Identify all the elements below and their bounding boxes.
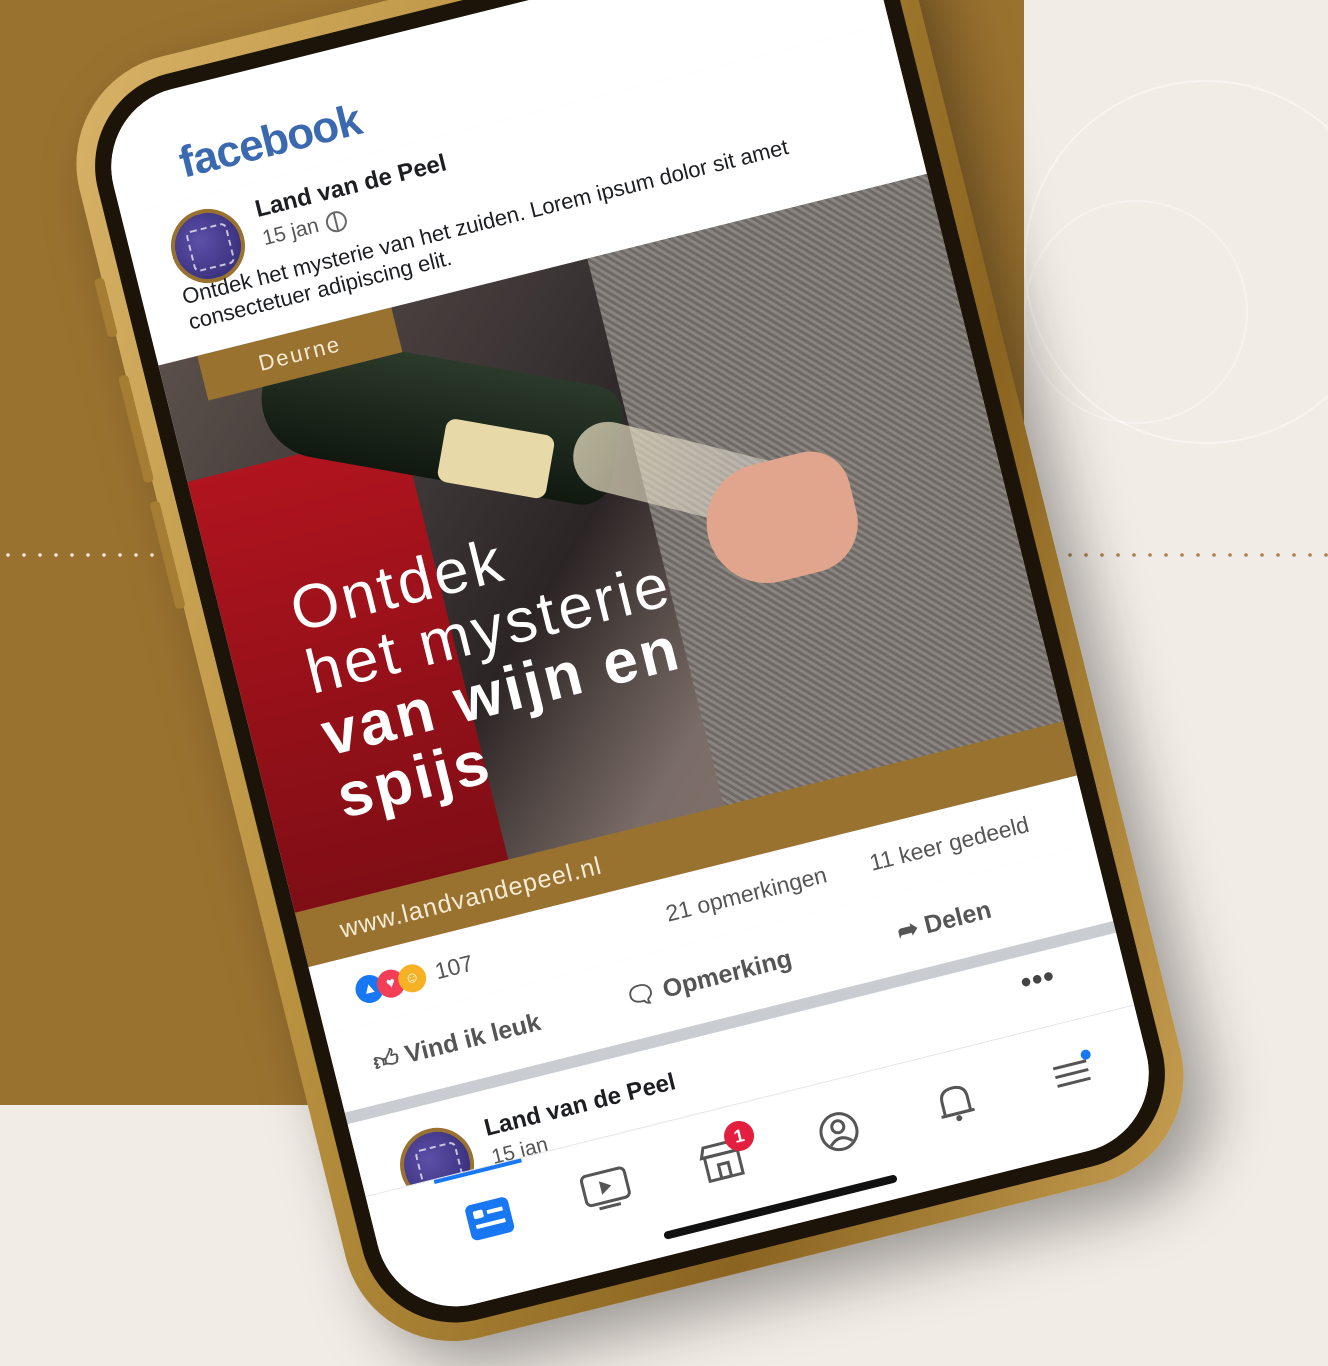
more-options-icon[interactable]: ••• <box>771 0 813 14</box>
globe-icon <box>323 208 350 235</box>
more-options-icon[interactable]: ••• <box>1017 959 1059 1000</box>
share-button[interactable]: ➦ Delen <box>894 895 994 947</box>
reaction-count[interactable]: 107 <box>432 950 476 985</box>
feed-icon[interactable] <box>460 1192 519 1245</box>
like-button-label: Vind ik leuk <box>402 1008 544 1069</box>
menu-icon[interactable] <box>1043 1047 1102 1100</box>
bell-icon[interactable] <box>926 1076 985 1129</box>
thumbs-up-icon: 👍︎ <box>370 1043 403 1077</box>
comment-button-label: Opmerking <box>659 944 795 1004</box>
profile-icon[interactable] <box>810 1105 869 1158</box>
comment-button[interactable]: 🗨︎ Opmerking <box>622 944 795 1013</box>
like-button[interactable]: 👍︎ Vind ik leuk <box>370 1007 544 1078</box>
comment-bubble-icon: 🗨︎ <box>622 978 660 1013</box>
dotted-line-right <box>1030 552 1328 558</box>
share-arrow-icon: ➦ <box>894 913 922 947</box>
watch-icon[interactable] <box>577 1163 636 1216</box>
share-button-label: Delen <box>921 895 995 940</box>
decorative-cloud-outline <box>1024 200 1248 424</box>
